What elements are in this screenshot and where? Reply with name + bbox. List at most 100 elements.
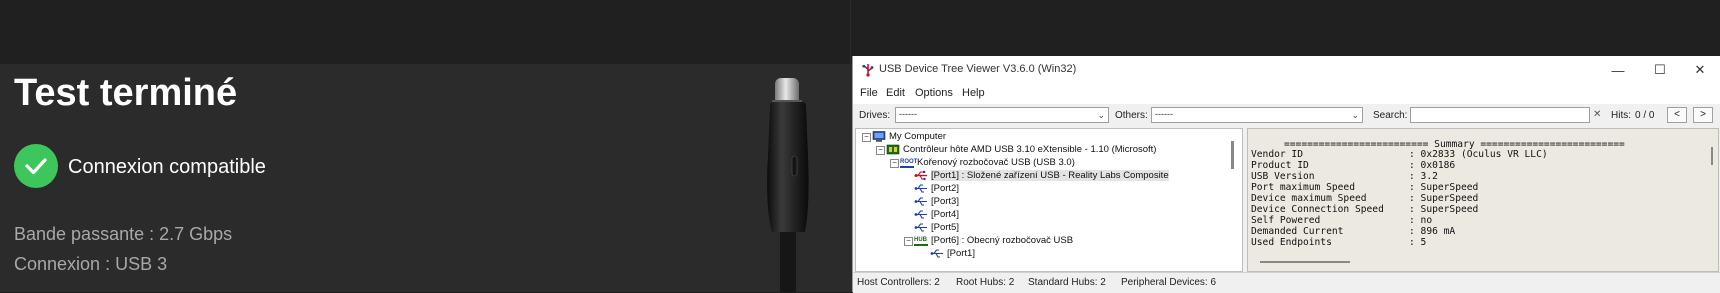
host-controller-icon (886, 144, 900, 155)
hub-icon: HUB (914, 235, 928, 246)
menu-bar: File Edit Options Help (853, 84, 1720, 104)
tree-node-label: [Port4] (931, 209, 959, 220)
property-value: : 0x2833 (Oculus VR LLC) (1409, 149, 1548, 160)
computer-icon (872, 131, 886, 142)
tree-node[interactable]: HUB [Port6] : Obecný rozbočovač USB (914, 234, 1073, 247)
property-value: : SuperSpeed (1409, 204, 1479, 215)
maximize-button[interactable]: ☐ (1639, 56, 1681, 84)
property-key: Device Connection Speed (1251, 204, 1384, 215)
background-top-bar (0, 0, 1720, 64)
toolbar: Drives: ------ ⌄ Others: ------ ⌄ Search… (853, 104, 1720, 128)
search-input[interactable] (1410, 107, 1590, 123)
clear-search-icon[interactable]: ✕ (1593, 109, 1601, 120)
usb-port-icon (914, 223, 927, 232)
hits-label: Hits: (1611, 110, 1631, 121)
tree-node[interactable]: [Port2] (914, 182, 959, 195)
menu-file[interactable]: File (860, 87, 878, 99)
chevron-down-icon: ⌄ (1097, 110, 1105, 120)
root-hubs-count: Root Hubs: 2 (956, 277, 1015, 288)
property-key: Device maximum Speed (1251, 193, 1367, 204)
property-value: : 896 mA (1409, 226, 1456, 237)
device-tree[interactable]: − My Computer − Contrôleur hôte AMD USB … (855, 128, 1243, 272)
usb-device-icon (914, 170, 927, 181)
standard-hubs-count: Standard Hubs: 2 (1028, 277, 1106, 288)
property-key: Self Powered (1251, 215, 1321, 226)
window-titlebar[interactable]: USB Device Tree Viewer V3.6.0 (Win32) — … (853, 56, 1720, 84)
tree-node[interactable]: My Computer (872, 130, 946, 143)
property-row: Vendor ID : 0x2833 (Oculus VR LLC) (1251, 149, 1548, 160)
chevron-down-icon: ⌄ (1351, 110, 1359, 120)
collapse-toggle[interactable]: − (876, 146, 885, 155)
tree-node-label: [Port1] : Složené zařízení USB - Reality… (931, 170, 1169, 181)
others-dropdown-value: ------ (1155, 109, 1173, 119)
tree-node[interactable]: [Port5] (914, 221, 959, 234)
property-value: : SuperSpeed (1409, 193, 1479, 204)
next-hit-button[interactable]: > (1693, 107, 1713, 123)
collapse-toggle[interactable]: − (862, 133, 871, 142)
tree-node-label: [Port5] (931, 222, 959, 233)
peripheral-devices-count: Peripheral Devices: 6 (1121, 277, 1217, 288)
tree-scrollbar[interactable] (1231, 141, 1234, 169)
others-label: Others: (1115, 110, 1148, 121)
drives-label: Drives: (859, 110, 891, 121)
property-key: USB Version (1251, 171, 1315, 182)
previous-hit-button[interactable]: < (1667, 107, 1687, 123)
tree-node-label: Contrôleur hôte AMD USB 3.10 eXtensible … (903, 144, 1157, 155)
property-value: : SuperSpeed (1409, 182, 1479, 193)
menu-help[interactable]: Help (962, 87, 985, 99)
tree-node[interactable]: ROOT Kořenový rozbočovač USB (USB 3.0) (900, 156, 1075, 169)
others-dropdown[interactable]: ------ ⌄ (1151, 107, 1363, 123)
connection-type: Connexion : USB 3 (14, 254, 168, 274)
compatibility-status: Connexion compatible (68, 156, 266, 178)
device-details[interactable]: ========================= Summary ======… (1247, 128, 1719, 272)
tree-node-label: Kořenový rozbočovač USB (USB 3.0) (917, 157, 1075, 168)
property-value: : no (1409, 215, 1433, 226)
root-hub-icon: ROOT (900, 157, 917, 168)
usb-port-icon (914, 210, 927, 219)
property-key: Port maximum Speed (1251, 182, 1355, 193)
minimize-button[interactable]: — (1597, 56, 1639, 84)
tree-node-label: [Port1] (947, 248, 975, 259)
result-title: Test terminé (14, 72, 238, 114)
drives-dropdown-value: ------ (899, 109, 917, 119)
check-icon (14, 144, 58, 188)
bandwidth-value: Bande passante : 2.7 Gbps (14, 224, 233, 244)
tree-node[interactable]: [Port4] (914, 208, 959, 221)
property-key: Vendor ID (1251, 149, 1303, 160)
tree-node[interactable]: [Port3] (914, 195, 959, 208)
usb-port-icon (914, 197, 927, 206)
hits-count: 0 / 0 (1635, 110, 1655, 121)
window-title: USB Device Tree Viewer V3.6.0 (Win32) (879, 63, 1077, 75)
divider (850, 0, 851, 64)
property-row: Demanded Current : 896 mA (1251, 226, 1455, 237)
tree-node[interactable]: [Port1] (930, 247, 975, 260)
usb-port-icon (914, 184, 927, 193)
tree-node-selected[interactable]: [Port1] : Složené zařízení USB - Reality… (914, 169, 1169, 182)
status-bar: Host Controllers: 2 Root Hubs: 2 Standar… (853, 272, 1720, 293)
horizontal-scrollbar[interactable] (1260, 261, 1350, 263)
property-row: Port maximum Speed : SuperSpeed (1251, 182, 1478, 193)
property-value: : 5 (1409, 237, 1427, 248)
collapse-toggle[interactable]: − (904, 237, 913, 246)
collapse-toggle[interactable]: − (890, 159, 899, 168)
tree-node[interactable]: Contrôleur hôte AMD USB 3.10 eXtensible … (886, 143, 1156, 156)
property-row: Product ID : 0x0186 (1251, 160, 1455, 171)
search-label: Search: (1373, 110, 1408, 121)
property-key: Demanded Current (1251, 226, 1344, 237)
tree-node-label: [Port3] (931, 196, 959, 207)
property-row: Device maximum Speed : SuperSpeed (1251, 193, 1478, 204)
tree-node-label: My Computer (889, 131, 947, 142)
vertical-scrollbar[interactable] (1711, 147, 1713, 165)
menu-options[interactable]: Options (915, 87, 953, 99)
menu-edit[interactable]: Edit (886, 87, 905, 99)
tree-node-label: [Port6] : Obecný rozbočovač USB (931, 235, 1074, 246)
close-button[interactable]: ✕ (1679, 56, 1720, 84)
test-result-panel: Test terminé Connexion compatible Bande … (0, 64, 854, 292)
property-key: Product ID (1251, 160, 1309, 171)
property-value: : 0x0186 (1409, 160, 1456, 171)
drives-dropdown[interactable]: ------ ⌄ (895, 107, 1109, 123)
usb-tree-viewer-window: USB Device Tree Viewer V3.6.0 (Win32) — … (852, 56, 1720, 293)
tree-node-label: [Port2] (931, 183, 959, 194)
usb-port-icon (930, 249, 943, 258)
property-value: : 3.2 (1409, 171, 1438, 182)
